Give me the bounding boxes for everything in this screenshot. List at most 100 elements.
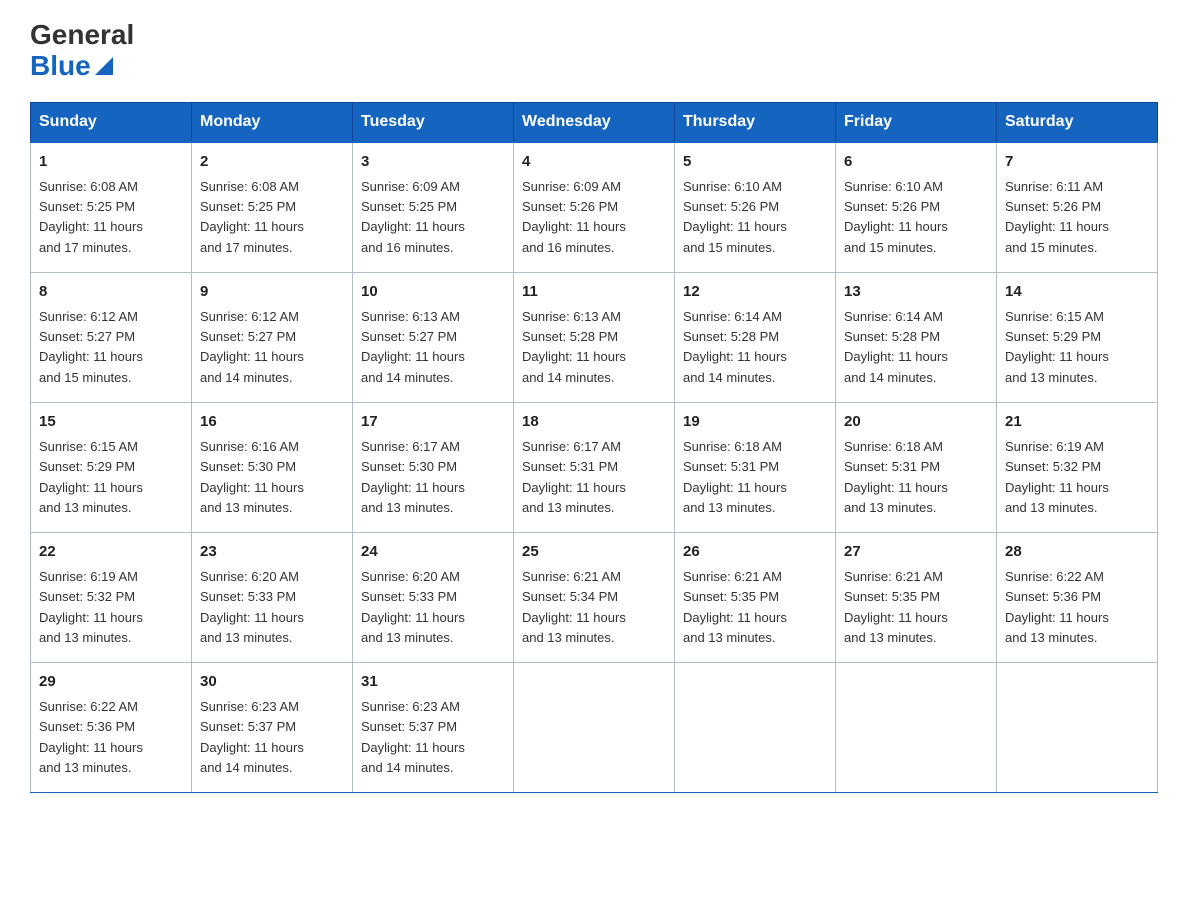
day-number: 22 <box>39 541 183 564</box>
calendar-week-row: 8 Sunrise: 6:12 AMSunset: 5:27 PMDaylight… <box>31 272 1158 402</box>
day-number: 18 <box>522 411 666 434</box>
calendar-cell: 5 Sunrise: 6:10 AMSunset: 5:26 PMDaylight… <box>675 142 836 273</box>
calendar-cell: 19 Sunrise: 6:18 AMSunset: 5:31 PMDayligh… <box>675 402 836 532</box>
day-info: Sunrise: 6:12 AMSunset: 5:27 PMDaylight:… <box>39 309 143 384</box>
col-header-wednesday: Wednesday <box>514 102 675 142</box>
day-number: 9 <box>200 281 344 304</box>
calendar-cell: 26 Sunrise: 6:21 AMSunset: 5:35 PMDayligh… <box>675 532 836 662</box>
calendar-cell: 7 Sunrise: 6:11 AMSunset: 5:26 PMDaylight… <box>997 142 1158 273</box>
calendar-cell: 1Sunrise: 6:08 AMSunset: 5:25 PMDaylight… <box>31 142 192 273</box>
calendar-cell: 16 Sunrise: 6:16 AMSunset: 5:30 PMDayligh… <box>192 402 353 532</box>
day-info: Sunrise: 6:22 AMSunset: 5:36 PMDaylight:… <box>1005 569 1109 644</box>
day-number: 27 <box>844 541 988 564</box>
day-number: 7 <box>1005 151 1149 174</box>
day-info: Sunrise: 6:08 AMSunset: 5:25 PMDaylight:… <box>39 179 143 254</box>
col-header-tuesday: Tuesday <box>353 102 514 142</box>
day-info: Sunrise: 6:15 AMSunset: 5:29 PMDaylight:… <box>1005 309 1109 384</box>
day-number: 10 <box>361 281 505 304</box>
day-info: Sunrise: 6:18 AMSunset: 5:31 PMDaylight:… <box>844 439 948 514</box>
calendar-cell: 31 Sunrise: 6:23 AMSunset: 5:37 PMDayligh… <box>353 662 514 792</box>
day-number: 21 <box>1005 411 1149 434</box>
calendar-cell: 25Sunrise: 6:21 AMSunset: 5:34 PMDayligh… <box>514 532 675 662</box>
day-number: 12 <box>683 281 827 304</box>
calendar-cell: 4 Sunrise: 6:09 AMSunset: 5:26 PMDaylight… <box>514 142 675 273</box>
col-header-monday: Monday <box>192 102 353 142</box>
calendar-header-row: SundayMondayTuesdayWednesdayThursdayFrid… <box>31 102 1158 142</box>
day-info: Sunrise: 6:20 AMSunset: 5:33 PMDaylight:… <box>361 569 465 644</box>
day-info: Sunrise: 6:08 AMSunset: 5:25 PMDaylight:… <box>200 179 304 254</box>
calendar-week-row: 29 Sunrise: 6:22 AMSunset: 5:36 PMDayligh… <box>31 662 1158 792</box>
day-number: 20 <box>844 411 988 434</box>
calendar-cell: 24Sunrise: 6:20 AMSunset: 5:33 PMDayligh… <box>353 532 514 662</box>
day-info: Sunrise: 6:19 AMSunset: 5:32 PMDaylight:… <box>39 569 143 644</box>
day-number: 28 <box>1005 541 1149 564</box>
day-number: 31 <box>361 671 505 694</box>
calendar-week-row: 15 Sunrise: 6:15 AMSunset: 5:29 PMDayligh… <box>31 402 1158 532</box>
day-info: Sunrise: 6:14 AMSunset: 5:28 PMDaylight:… <box>683 309 787 384</box>
calendar-cell: 13Sunrise: 6:14 AMSunset: 5:28 PMDayligh… <box>836 272 997 402</box>
logo: General Blue <box>30 20 134 82</box>
day-info: Sunrise: 6:17 AMSunset: 5:31 PMDaylight:… <box>522 439 626 514</box>
col-header-saturday: Saturday <box>997 102 1158 142</box>
calendar-cell <box>997 662 1158 792</box>
calendar-cell: 21 Sunrise: 6:19 AMSunset: 5:32 PMDayligh… <box>997 402 1158 532</box>
day-info: Sunrise: 6:20 AMSunset: 5:33 PMDaylight:… <box>200 569 304 644</box>
calendar-week-row: 22 Sunrise: 6:19 AMSunset: 5:32 PMDayligh… <box>31 532 1158 662</box>
calendar-cell <box>675 662 836 792</box>
col-header-thursday: Thursday <box>675 102 836 142</box>
calendar-cell: 17Sunrise: 6:17 AMSunset: 5:30 PMDayligh… <box>353 402 514 532</box>
day-info: Sunrise: 6:22 AMSunset: 5:36 PMDaylight:… <box>39 699 143 774</box>
day-number: 11 <box>522 281 666 304</box>
day-number: 4 <box>522 151 666 174</box>
day-number: 26 <box>683 541 827 564</box>
day-number: 29 <box>39 671 183 694</box>
day-info: Sunrise: 6:12 AMSunset: 5:27 PMDaylight:… <box>200 309 304 384</box>
day-info: Sunrise: 6:21 AMSunset: 5:35 PMDaylight:… <box>683 569 787 644</box>
calendar-cell: 20 Sunrise: 6:18 AMSunset: 5:31 PMDayligh… <box>836 402 997 532</box>
calendar-cell: 8 Sunrise: 6:12 AMSunset: 5:27 PMDaylight… <box>31 272 192 402</box>
day-info: Sunrise: 6:10 AMSunset: 5:26 PMDaylight:… <box>844 179 948 254</box>
day-number: 23 <box>200 541 344 564</box>
logo-triangle-icon <box>95 57 113 75</box>
col-header-sunday: Sunday <box>31 102 192 142</box>
day-info: Sunrise: 6:14 AMSunset: 5:28 PMDaylight:… <box>844 309 948 384</box>
calendar-table: SundayMondayTuesdayWednesdayThursdayFrid… <box>30 102 1158 793</box>
page-header: General Blue <box>30 20 1158 82</box>
day-info: Sunrise: 6:17 AMSunset: 5:30 PMDaylight:… <box>361 439 465 514</box>
calendar-cell: 2Sunrise: 6:08 AMSunset: 5:25 PMDaylight… <box>192 142 353 273</box>
logo-general-text: General <box>30 20 134 51</box>
day-number: 5 <box>683 151 827 174</box>
calendar-cell: 11Sunrise: 6:13 AMSunset: 5:28 PMDayligh… <box>514 272 675 402</box>
day-number: 15 <box>39 411 183 434</box>
day-info: Sunrise: 6:21 AMSunset: 5:34 PMDaylight:… <box>522 569 626 644</box>
day-info: Sunrise: 6:10 AMSunset: 5:26 PMDaylight:… <box>683 179 787 254</box>
day-number: 8 <box>39 281 183 304</box>
day-info: Sunrise: 6:09 AMSunset: 5:25 PMDaylight:… <box>361 179 465 254</box>
day-info: Sunrise: 6:11 AMSunset: 5:26 PMDaylight:… <box>1005 179 1109 254</box>
day-info: Sunrise: 6:23 AMSunset: 5:37 PMDaylight:… <box>361 699 465 774</box>
day-info: Sunrise: 6:19 AMSunset: 5:32 PMDaylight:… <box>1005 439 1109 514</box>
day-number: 16 <box>200 411 344 434</box>
calendar-cell: 27 Sunrise: 6:21 AMSunset: 5:35 PMDayligh… <box>836 532 997 662</box>
calendar-cell: 9 Sunrise: 6:12 AMSunset: 5:27 PMDaylight… <box>192 272 353 402</box>
calendar-cell <box>514 662 675 792</box>
calendar-week-row: 1Sunrise: 6:08 AMSunset: 5:25 PMDaylight… <box>31 142 1158 273</box>
day-info: Sunrise: 6:09 AMSunset: 5:26 PMDaylight:… <box>522 179 626 254</box>
day-info: Sunrise: 6:15 AMSunset: 5:29 PMDaylight:… <box>39 439 143 514</box>
calendar-cell: 10Sunrise: 6:13 AMSunset: 5:27 PMDayligh… <box>353 272 514 402</box>
day-info: Sunrise: 6:23 AMSunset: 5:37 PMDaylight:… <box>200 699 304 774</box>
calendar-cell: 22 Sunrise: 6:19 AMSunset: 5:32 PMDayligh… <box>31 532 192 662</box>
calendar-cell: 3 Sunrise: 6:09 AMSunset: 5:25 PMDaylight… <box>353 142 514 273</box>
day-info: Sunrise: 6:18 AMSunset: 5:31 PMDaylight:… <box>683 439 787 514</box>
calendar-cell: 30 Sunrise: 6:23 AMSunset: 5:37 PMDayligh… <box>192 662 353 792</box>
calendar-cell: 14Sunrise: 6:15 AMSunset: 5:29 PMDayligh… <box>997 272 1158 402</box>
calendar-cell: 12 Sunrise: 6:14 AMSunset: 5:28 PMDayligh… <box>675 272 836 402</box>
calendar-cell: 15 Sunrise: 6:15 AMSunset: 5:29 PMDayligh… <box>31 402 192 532</box>
day-number: 6 <box>844 151 988 174</box>
calendar-cell: 6 Sunrise: 6:10 AMSunset: 5:26 PMDaylight… <box>836 142 997 273</box>
day-info: Sunrise: 6:21 AMSunset: 5:35 PMDaylight:… <box>844 569 948 644</box>
day-number: 30 <box>200 671 344 694</box>
day-info: Sunrise: 6:16 AMSunset: 5:30 PMDaylight:… <box>200 439 304 514</box>
day-number: 19 <box>683 411 827 434</box>
day-number: 3 <box>361 151 505 174</box>
